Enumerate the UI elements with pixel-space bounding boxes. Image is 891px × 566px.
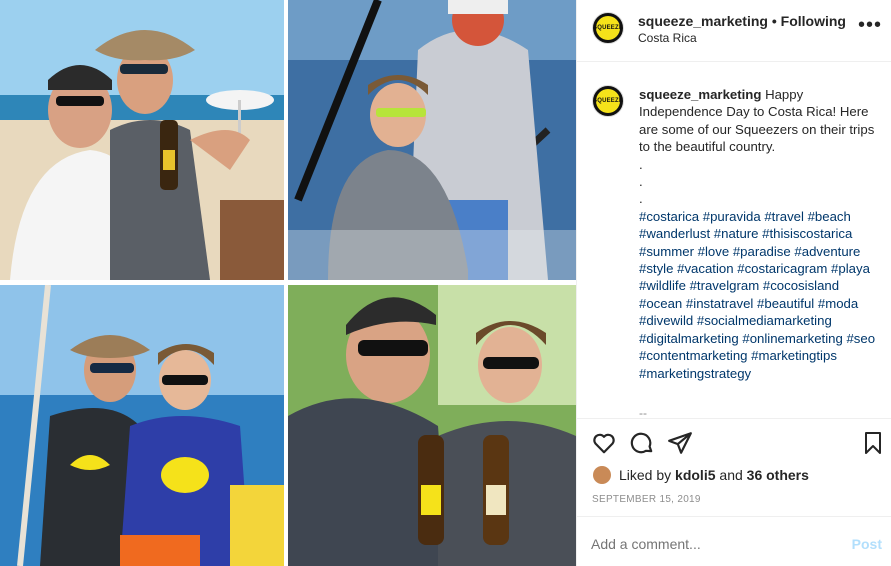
header-username[interactable]: squeeze_marketing (638, 13, 768, 29)
photo-boat (0, 285, 284, 566)
heart-icon[interactable] (591, 430, 617, 456)
comment-icon[interactable] (629, 430, 655, 456)
likes-summary: Liked by kdoli5 and 36 others (619, 467, 809, 483)
comment-bar: Post (577, 516, 891, 566)
post-location[interactable]: Costa Rica (638, 31, 697, 45)
actions-divider (577, 418, 891, 419)
photo-fishing (288, 0, 576, 280)
post-header: SQUEEZE squeeze_marketing • Following Co… (577, 0, 891, 62)
post-comment-button[interactable]: Post (852, 536, 882, 552)
post-date[interactable]: SEPTEMBER 15, 2019 (592, 494, 701, 505)
caption-dot: . (639, 156, 643, 172)
post-sidebar: SQUEEZE squeeze_marketing • Following Co… (576, 0, 891, 566)
post-photo-collage[interactable] (0, 0, 576, 566)
paper-plane-icon[interactable] (667, 430, 693, 456)
following-status[interactable]: Following (781, 13, 846, 29)
caption-hashtags[interactable]: #costarica #puravida #travel #beach #wan… (639, 209, 875, 381)
caption-dot: . (639, 191, 643, 207)
more-options-icon[interactable]: ••• (858, 15, 882, 35)
likes-middle: and (715, 467, 747, 483)
liker-avatar[interactable] (593, 466, 611, 484)
liker-username[interactable]: kdoli5 (675, 467, 715, 483)
caption-username[interactable]: squeeze_marketing (639, 87, 761, 102)
logo-text: SQUEEZE (593, 25, 624, 31)
bookmark-icon[interactable] (861, 430, 885, 456)
photo-beers (288, 285, 576, 566)
header-separator: • (771, 13, 777, 29)
likes-prefix: Liked by (619, 467, 676, 483)
logo-text: SQUEEZE (593, 98, 624, 104)
profile-avatar[interactable]: SQUEEZE (592, 12, 624, 44)
comment-input[interactable] (591, 536, 821, 552)
post-caption: squeeze_marketing Happy Independence Day… (639, 86, 884, 382)
likes-others[interactable]: 36 others (747, 467, 809, 483)
photo-beach-selfie (0, 0, 284, 280)
header-user-line: squeeze_marketing • Following (638, 13, 846, 29)
caption-dot: . (639, 174, 643, 190)
caption-avatar[interactable]: SQUEEZE (592, 85, 624, 117)
